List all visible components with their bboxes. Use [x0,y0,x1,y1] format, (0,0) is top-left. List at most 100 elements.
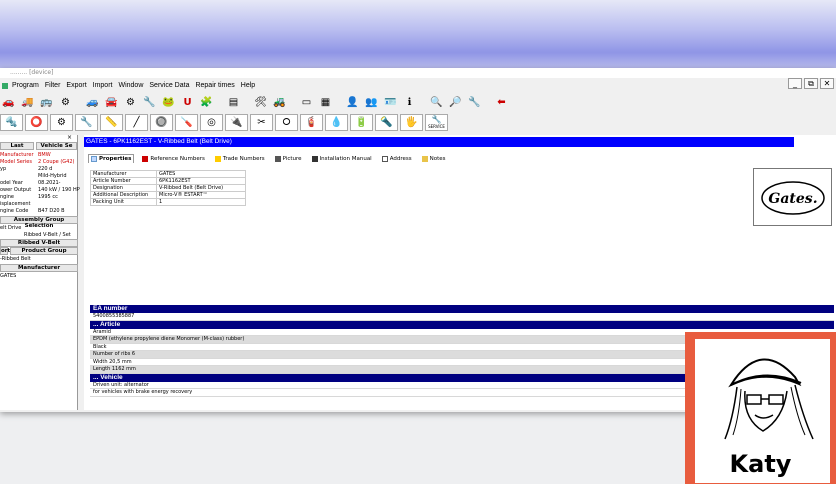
table-row: Packing Unit 1 [90,198,246,206]
minimize-button[interactable]: _ [788,78,802,89]
table-row: Designation V-Ribbed Belt (Belt Drive) [90,184,246,192]
zoom-in-icon[interactable]: 🔍 [428,94,445,110]
tab-properties[interactable]: Properties [88,154,135,163]
table-row: Additional Description Micro-V® ESTART™ [90,191,246,199]
parts-category-11-icon[interactable]: ✂ [250,113,273,131]
vehicle-row: yp 220 d [0,166,53,172]
tab-installation-manual[interactable]: Installation Manual [310,154,374,163]
vehicle-row: Mild-Hybrid [38,173,67,179]
tab-trade-numbers[interactable]: Trade Numbers [213,154,267,163]
parts-category-6-icon[interactable]: ╱ [125,113,148,131]
category-toolbar: 🔩 ⭕ ⚙ 🔧 📏 ╱ 🔘 🪛 ◎ 🔌 ✂ ⭘ 🧯 💧 🔋 🔦 🖐 🔧 SERV… [0,113,448,131]
person-list-icon[interactable]: 👥 [363,94,380,110]
gear-icon[interactable]: ⚙ [122,94,139,110]
product-group-header[interactable]: Product Group [10,247,78,255]
parts-category-7-icon[interactable]: 🔘 [150,113,173,131]
layout-grid-icon[interactable]: ▦ [317,94,334,110]
parts-category-1-icon[interactable]: 🔩 [0,113,23,131]
menu-window[interactable]: Window [115,82,146,89]
parts-category-13-icon[interactable]: 🧯 [300,113,323,131]
tab-notes[interactable]: Notes [420,154,448,163]
manufacturer-header[interactable]: Manufacturer [0,264,78,272]
svg-text:Gates.: Gates. [768,191,817,207]
car-blue-icon[interactable]: 🚙 [84,94,101,110]
truck-icon[interactable]: 🚚 [19,94,36,110]
table-row: Manufacturer GATES [90,170,246,178]
parts-category-9-icon[interactable]: ◎ [200,113,223,131]
service-wrench-icon: 🔧 [431,115,442,124]
manufacturer-logo: Gates. [753,168,832,226]
menu-export[interactable]: Export [63,82,89,89]
engine-icon[interactable]: ⚙ [57,94,74,110]
restore-button[interactable]: ⧉ [804,78,818,89]
ea-number-header: EA number [90,305,834,313]
car-icon[interactable]: 🚗 [0,94,17,110]
tab-address[interactable]: Address [380,154,414,163]
menu-bar: Program Filter Export Import Window Serv… [0,80,258,91]
title-bar: ......... [device] [0,68,836,78]
sort-button[interactable]: ort [0,247,10,255]
vehicle-row: ower Output 140 kW / 190 HP [0,187,80,193]
car-red-icon[interactable]: 🚘 [103,94,120,110]
reference-icon [142,155,149,162]
menu-help[interactable]: Help [238,82,258,89]
vehicle-row: Model Series 2 Coupe (G42) [0,159,75,165]
menu-filter[interactable]: Filter [42,82,64,89]
assembly-item[interactable]: elt Drive [0,225,21,231]
tool-icon[interactable]: 🔧 [141,94,158,110]
product-group-item[interactable]: -Ribbed Belt [0,256,31,262]
info-icon[interactable]: ℹ [401,94,418,110]
parts-category-3-icon[interactable]: ⚙ [50,113,73,131]
zoom-out-icon[interactable]: 🔎 [447,94,464,110]
trade-icon [214,155,221,162]
menu-repair-times[interactable]: Repair times [192,82,237,89]
selected-group[interactable]: Ribbed V-Belt [0,239,78,247]
detail-tabs: Properties Reference Numbers Trade Numbe… [88,154,448,163]
assembly-group-header[interactable]: Assembly Group Selection [0,216,78,229]
parts-category-8-icon[interactable]: 🪛 [175,113,198,131]
tab-reference-numbers[interactable]: Reference Numbers [140,154,206,163]
tab-picture[interactable]: Picture [273,154,304,163]
vehicle-row: ngine 1995 cc [0,194,58,200]
puzzle-icon[interactable]: 🧩 [198,94,215,110]
parts-category-2-icon[interactable]: ⭕ [25,113,48,131]
bus-icon[interactable]: 🚌 [38,94,55,110]
parts-category-4-icon[interactable]: 🔧 [75,113,98,131]
wrench-tool-icon[interactable]: 🔧 [466,94,483,110]
frog-icon[interactable]: 🐸 [160,94,177,110]
close-button[interactable]: ✕ [820,78,834,89]
back-arrow-icon[interactable]: ⬅ [493,94,510,110]
layout-single-icon[interactable]: ▭ [298,94,315,110]
main-toolbar: 🚗 🚚 🚌 ⚙ 🚙 🚘 ⚙ 🔧 🐸 U 🧩 ▤ 🛠 🚜 ▭ ▦ 👤 👥 🪪 ℹ … [0,93,510,111]
manual-icon [311,155,318,162]
manufacturer-item[interactable]: GATES [0,273,16,279]
parts-category-16-icon[interactable]: 🔦 [375,113,398,131]
magnet-icon[interactable]: U [179,94,196,110]
parts-category-12-icon[interactable]: ⭘ [275,113,298,131]
vehicle-row: isplacement [0,201,31,207]
document-icon[interactable]: ▤ [225,94,242,110]
left-panel: × Last Vehicle Se Manufacturer BMW Model … [0,134,80,410]
presenter-avatar: Katy [685,332,836,484]
parts-category-10-icon[interactable]: 🔌 [225,113,248,131]
panel-close-icon[interactable]: × [67,134,72,141]
window-controls: _ ⧉ ✕ [788,78,834,90]
parts-category-14-icon[interactable]: 💧 [325,113,348,131]
tab-last[interactable]: Last [0,142,34,150]
parts-category-17-icon[interactable]: 🖐 [400,113,423,131]
person-icon[interactable]: 👤 [344,94,361,110]
transport-icon[interactable]: 🚜 [271,94,288,110]
menu-program[interactable]: Program [9,82,42,89]
service-label: SERVICE [428,124,445,129]
wrench-icon[interactable]: 🛠 [252,94,269,110]
notes-icon [421,155,428,162]
picture-icon [274,155,281,162]
parts-category-5-icon[interactable]: 📏 [100,113,123,131]
assembly-item[interactable]: Ribbed V-Belt / Set [24,232,71,238]
menu-service-data[interactable]: Service Data [146,82,192,89]
service-button[interactable]: 🔧 SERVICE [425,113,448,131]
person-card-icon[interactable]: 🪪 [382,94,399,110]
menu-import[interactable]: Import [90,82,116,89]
tab-vehicle-selection[interactable]: Vehicle Se [36,142,77,150]
parts-category-15-icon[interactable]: 🔋 [350,113,373,131]
